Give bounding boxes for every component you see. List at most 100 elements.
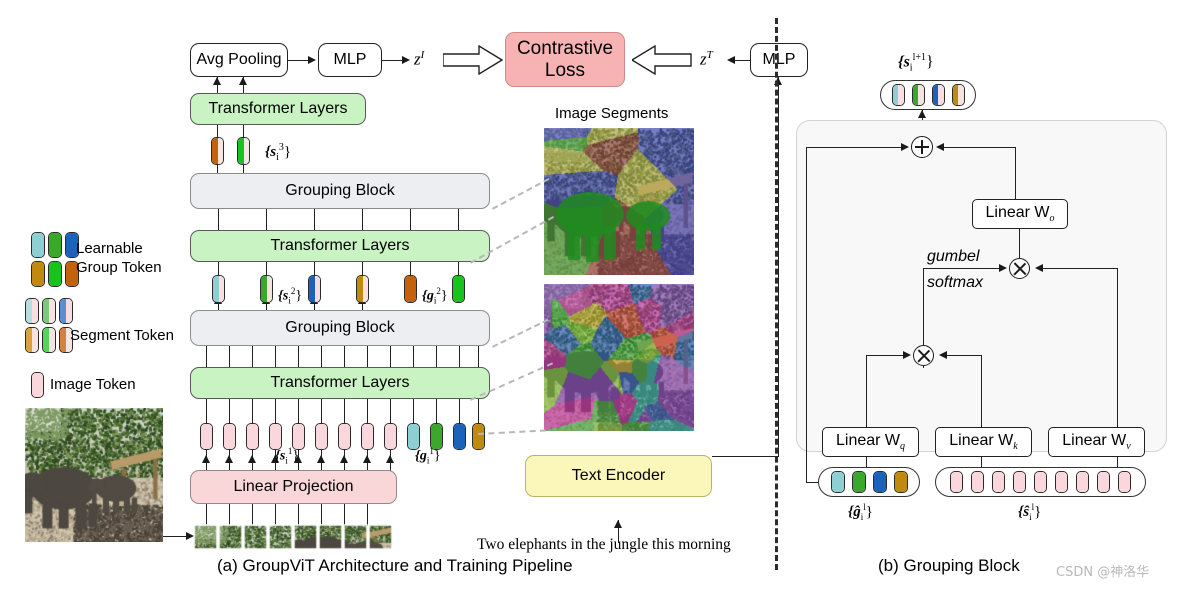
- token-solid: [339, 424, 350, 449]
- legend-learnable-label-2: Group Token: [76, 259, 162, 276]
- token-s1: [223, 423, 236, 450]
- token-solid: [247, 424, 258, 449]
- add-operator: [911, 136, 933, 158]
- connector-wk-to-lowertimes-v: [981, 355, 983, 428]
- token-solid: [49, 233, 61, 257]
- token-solid: [894, 472, 907, 492]
- token-group-input: [872, 471, 887, 493]
- token-s2-3: [308, 275, 321, 303]
- token-half-right: [218, 276, 224, 302]
- token-solid: [32, 262, 44, 286]
- legend-group-token: [31, 261, 45, 287]
- mlp-text-box: MLP: [750, 43, 808, 77]
- arrowhead-tl3-avgpool-2: [239, 77, 247, 85]
- g2-base: {g: [422, 288, 434, 304]
- s2-symbol: {si2}: [278, 286, 302, 305]
- connector-wk-to-lowertimes-h: [942, 355, 982, 357]
- legend-segment-token: [42, 327, 56, 353]
- token-solid: [316, 424, 327, 449]
- token-g2-2: [452, 275, 465, 303]
- token-output: [891, 84, 905, 106]
- token-s1: [200, 423, 213, 450]
- segment-token-input-pill: [935, 467, 1146, 497]
- token-solid: [453, 276, 464, 302]
- legend-group-token: [48, 261, 62, 287]
- linear-wk-sub: k: [1013, 441, 1018, 453]
- token-output: [951, 84, 965, 106]
- linear-wk-box: Linear Wk: [935, 427, 1032, 457]
- s2-close: }: [295, 288, 303, 304]
- token-solid: [49, 262, 61, 286]
- image-segments-title: Image Segments: [555, 105, 669, 122]
- legend-segment-token: [59, 298, 73, 324]
- connector-gb2-tl2-3: [314, 209, 316, 230]
- connector-patch-linearproj: [321, 504, 323, 526]
- g1-close: }: [433, 448, 441, 464]
- linear-wo-label: Linear Wo: [985, 204, 1054, 224]
- s-in-close: }: [1034, 504, 1042, 520]
- patch-strip: [193, 524, 393, 550]
- legend-group-token: [31, 232, 45, 258]
- token-solid: [852, 472, 865, 492]
- connector-g1: [413, 399, 415, 423]
- token-solid: [873, 472, 886, 492]
- panel-divider: [775, 18, 778, 570]
- connector-g1: [459, 399, 461, 423]
- token-half-right: [938, 85, 944, 105]
- g1-base: {g: [415, 448, 427, 464]
- s-in-sub: i: [1029, 512, 1032, 522]
- token-half-right: [49, 299, 55, 323]
- connector-lowertimes-to-uppertimes-h: [923, 268, 1001, 270]
- dashed-link-gb1-seg2: [492, 318, 549, 348]
- connector-gb1-tl1: [298, 346, 300, 367]
- token-solid: [972, 472, 983, 492]
- connector-patch-linearproj: [275, 504, 277, 526]
- connector-gb1-tl1: [436, 346, 438, 367]
- token-segment-input: [950, 471, 963, 493]
- token-solid: [454, 424, 465, 449]
- token-half-right: [66, 299, 72, 323]
- connector-gb1-tl1: [321, 346, 323, 367]
- token-solid: [473, 424, 484, 449]
- g2-sub: i: [433, 295, 437, 306]
- g2-symbol: {gi2}: [422, 286, 448, 305]
- token-segment-input: [1097, 471, 1110, 493]
- group-token-input-pill: [818, 467, 920, 497]
- connector-gb2-tl2-2: [266, 209, 268, 230]
- token-half-right: [49, 328, 55, 352]
- linear-wk-text: Linear W: [949, 431, 1014, 449]
- token-s1: [361, 423, 374, 450]
- arrowhead-image-patches: [186, 532, 194, 540]
- arrowhead-mlptext-zt: [727, 55, 735, 64]
- connector-patch-linearproj: [367, 504, 369, 526]
- output-token-pill: [880, 80, 976, 110]
- legend-group-token: [48, 232, 62, 258]
- arrowhead-s1: [225, 455, 233, 463]
- token-solid: [32, 233, 44, 257]
- watermark-label: CSDN @神洛华: [1056, 565, 1150, 580]
- token-group-input: [830, 471, 845, 493]
- connector-gb2-tl2-5: [410, 209, 412, 230]
- s1-sub: i: [285, 455, 288, 466]
- z-image-base: z: [414, 49, 421, 69]
- connector-wv-to-uppertimes-v: [1117, 268, 1119, 428]
- token-half-right: [958, 85, 964, 105]
- mlp-image-box: MLP: [318, 43, 382, 77]
- legend-image-token-label: Image Token: [50, 376, 136, 393]
- token-segment-input: [1034, 471, 1047, 493]
- s3-sub: i: [276, 152, 279, 163]
- g-in-base: {ĝ: [848, 504, 861, 520]
- token-solid: [1035, 472, 1046, 492]
- connector-patch-linearproj: [298, 504, 300, 526]
- token-s2-2: [260, 275, 273, 303]
- token-solid: [951, 472, 962, 492]
- token-solid: [362, 424, 373, 449]
- token-solid: [405, 276, 416, 302]
- legend-segment-token: [25, 298, 39, 324]
- legend-segment-token: [25, 327, 39, 353]
- token-s3-2: [237, 137, 250, 165]
- token-s2-1: [212, 275, 225, 303]
- connector-gb1-tl1: [367, 346, 369, 367]
- token-segment-input: [971, 471, 984, 493]
- connector-residual-left-vertical: [806, 147, 808, 482]
